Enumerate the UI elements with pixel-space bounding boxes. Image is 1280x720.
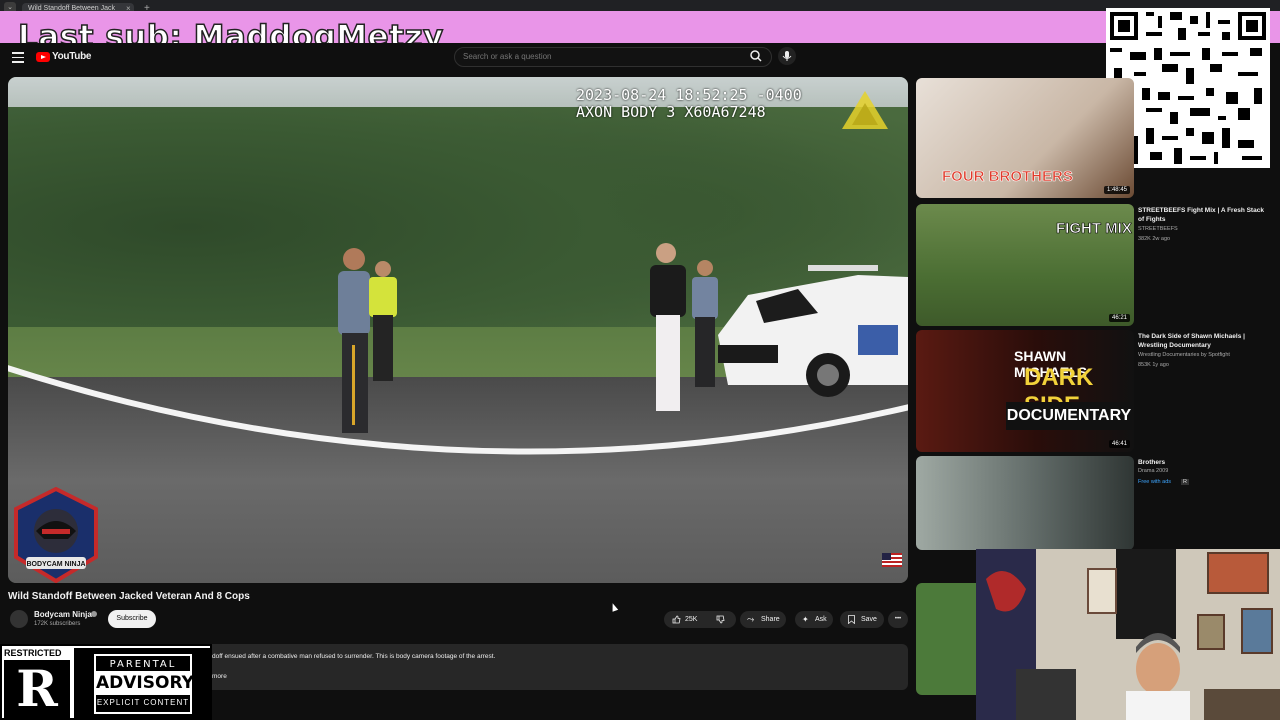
video-title: Wild Standoff Between Jacked Veteran And…	[8, 591, 250, 602]
recommendation-channel[interactable]: Wrestling Documentaries by Spotfight	[1138, 352, 1230, 358]
search-icon[interactable]	[748, 48, 764, 64]
us-flag-icon	[882, 553, 902, 567]
save-label: Save	[861, 616, 877, 623]
recommendation-channel[interactable]: STREETBEEFS	[1138, 226, 1178, 232]
timestamp-line-2: AXON BODY 3 X60A67248	[576, 103, 766, 121]
advisory-mid-text: ADVISORY	[96, 671, 194, 695]
police-car	[718, 265, 908, 397]
share-button[interactable]: ⤳ Share	[740, 611, 786, 628]
youtube-topbar: YouTube	[0, 43, 1280, 73]
restricted-label: RESTRICTED	[4, 648, 62, 658]
subscribe-button[interactable]: Subscribe	[108, 610, 156, 628]
recommendation-title[interactable]: STREETBEEFS Fight Mix | A Fresh Stack of…	[1138, 206, 1268, 224]
advisory-bottom-text: EXPLICIT CONTENT	[96, 698, 190, 707]
bodycam-ninja-badge: BODYCAM NINJA	[14, 487, 98, 583]
like-count[interactable]: 25K	[685, 611, 697, 628]
share-icon: ⤳	[747, 614, 755, 624]
save-button[interactable]: Save	[840, 611, 884, 628]
thumbs-up-icon[interactable]	[672, 615, 681, 624]
sparkle-icon: ✦	[802, 615, 809, 624]
bodycam-timestamp: 2023-08-24 18:52:25 -0400 AXON BODY 3 X6…	[576, 87, 802, 121]
recommendation-thumbnail[interactable]: FIGHT MIX 46:21	[916, 204, 1134, 326]
stream-overlay-banner: Last sub: MaddogMetzy	[0, 11, 1280, 56]
youtube-logo-icon[interactable]	[36, 52, 50, 62]
free-with-ads-label: Free with ads	[1138, 479, 1172, 485]
video-duration: 1:48:45	[1103, 186, 1130, 194]
rating-letter: R	[4, 660, 70, 718]
channel-name[interactable]: Bodycam Ninja	[34, 610, 92, 619]
hamburger-menu-icon[interactable]	[12, 52, 24, 63]
streamer-webcam	[976, 549, 1280, 720]
badge-text: BODYCAM NINJA	[26, 561, 85, 568]
description-text: doff ensued after a combative man refuse…	[212, 653, 496, 660]
recommendation-thumbnail[interactable]: SHAWN MICHAELS DARK SIDE DOCUMENTARY 46:…	[916, 330, 1134, 452]
subscriber-count: 172K subscribers	[34, 621, 81, 627]
channel-avatar[interactable]	[10, 610, 28, 628]
verified-icon	[91, 611, 97, 617]
recommendation-thumbnail[interactable]: BE	[916, 456, 1134, 550]
like-dislike-group: 25K	[664, 611, 736, 628]
mouse-cursor-icon	[609, 602, 619, 612]
thumbnail-text-3: DOCUMENTARY	[1006, 402, 1132, 430]
axon-logo-icon	[842, 91, 888, 129]
search-input[interactable]	[463, 52, 743, 61]
microphone-icon[interactable]	[778, 47, 796, 65]
share-label: Share	[761, 616, 780, 623]
video-duration: 46:21	[1108, 314, 1130, 322]
thumbnail-text: FIGHT MIX	[1056, 220, 1132, 238]
recommendation-title[interactable]: The Dark Side of Shawn Michaels | Wrestl…	[1138, 332, 1268, 350]
officer-figure-2	[692, 260, 718, 387]
rated-r-overlay: RESTRICTED R PARENTAL ADVISORY EXPLICIT …	[0, 644, 212, 720]
recommendation-meta: 853K 1y ago	[1138, 362, 1169, 368]
officer-figure-vest	[369, 261, 397, 381]
parental-advisory-label: PARENTAL ADVISORY EXPLICIT CONTENT	[74, 648, 212, 718]
recommendation-title[interactable]: Brothers	[1138, 458, 1268, 467]
rating-badge: R	[1181, 479, 1189, 485]
search-bar[interactable]	[454, 47, 772, 67]
ask-label: Ask	[815, 616, 827, 623]
video-player[interactable]: 2023-08-24 18:52:25 -0400 AXON BODY 3 X6…	[8, 77, 908, 583]
video-duration: 46:41	[1108, 440, 1130, 448]
recommendation-channel: Drama 2009	[1138, 468, 1169, 474]
recommendation-thumbnail[interactable]: FOUR BROTHERS 1:48:45	[916, 78, 1134, 198]
thumbnail-text: FOUR BROTHERS	[942, 168, 1073, 186]
description-more-link[interactable]: more	[212, 673, 227, 680]
ask-button[interactable]: ✦ Ask	[795, 611, 833, 628]
advisory-top-text: PARENTAL	[109, 659, 177, 670]
recommendation-meta: 382K 2w ago	[1138, 236, 1171, 242]
more-actions-button[interactable]: •••	[888, 611, 908, 628]
bookmark-icon	[848, 615, 855, 624]
timestamp-line-1: 2023-08-24 18:52:25 -0400	[576, 86, 802, 104]
suspect-figure	[650, 243, 686, 411]
thumbnail-text: BE	[952, 548, 977, 550]
recommendation-thumbnail-partial[interactable]	[916, 583, 976, 695]
youtube-wordmark[interactable]: YouTube	[52, 51, 92, 62]
thumbs-down-icon[interactable]	[716, 615, 725, 624]
